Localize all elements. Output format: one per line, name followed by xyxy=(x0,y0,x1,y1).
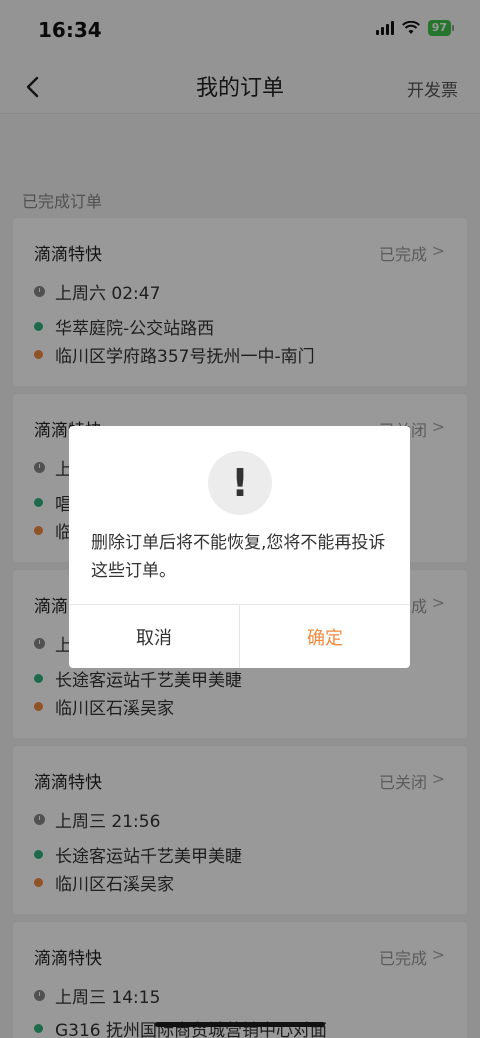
confirm-button[interactable]: 确定 xyxy=(240,605,410,668)
home-indicator[interactable] xyxy=(155,1022,325,1027)
dialog-message: 删除订单后将不能恢复,您将不能再投诉这些订单。 xyxy=(91,533,386,581)
delete-confirm-dialog: ! 删除订单后将不能恢复,您将不能再投诉这些订单。 取消 确定 xyxy=(69,426,410,668)
alert-icon: ! xyxy=(208,451,272,515)
cancel-button[interactable]: 取消 xyxy=(69,605,240,668)
dialog-actions: 取消 确定 xyxy=(69,604,410,668)
